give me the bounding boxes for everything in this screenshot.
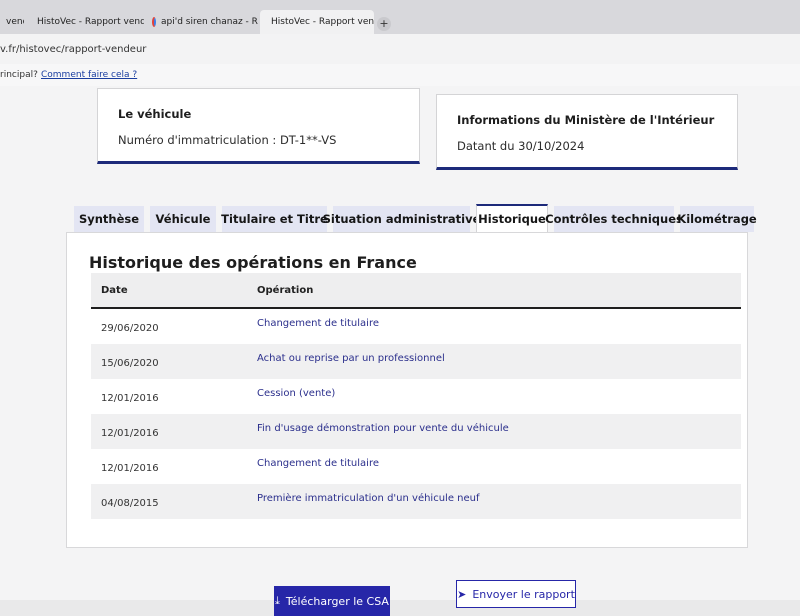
browser-tab[interactable]: vende xyxy=(0,10,24,34)
browser-tab-label: HistoVec - Rapport vende xyxy=(271,17,374,27)
history-panel: Historique des opérations en France Date… xyxy=(66,232,748,548)
tab-situation-administrative[interactable]: Situation administrative xyxy=(323,206,480,232)
history-table: Date Opération 29/06/2020 Changement de … xyxy=(91,273,741,519)
row-operation: Achat ou reprise par un professionnel xyxy=(257,353,445,364)
row-date: 12/01/2016 xyxy=(101,393,159,404)
send-report-button[interactable]: ➤ Envoyer le rapport xyxy=(456,580,576,608)
vehicle-card: Le véhicule Numéro d'immatriculation : D… xyxy=(97,88,420,164)
tab-historique[interactable]: Historique xyxy=(476,204,548,232)
tab-titulaire-titre[interactable]: Titulaire et Titre xyxy=(221,206,328,232)
address-bar[interactable]: v.fr/histovec/rapport-vendeur xyxy=(0,34,800,65)
table-row: 04/08/2015 Première immatriculation d'un… xyxy=(91,484,741,519)
download-csa-button[interactable]: ⤓ Télécharger le CSA xyxy=(274,586,390,616)
ministry-card-heading: Informations du Ministère de l'Intérieur xyxy=(457,113,715,127)
table-row: 29/06/2020 Changement de titulaire xyxy=(91,309,741,344)
send-icon: ➤ xyxy=(457,587,467,601)
table-row: 12/01/2016 Cession (vente) xyxy=(91,379,741,414)
row-date: 12/01/2016 xyxy=(101,428,159,439)
download-csa-label: Télécharger le CSA xyxy=(285,594,389,608)
row-operation: Première immatriculation d'un véhicule n… xyxy=(257,493,480,504)
row-date: 12/01/2016 xyxy=(101,463,159,474)
row-date: 04/08/2015 xyxy=(101,498,159,509)
browser-tab-bar: vende HistoVec - Rapport vende api'd sir… xyxy=(0,0,800,34)
notification-question: rincipal? xyxy=(0,70,38,80)
send-report-label: Envoyer le rapport xyxy=(472,587,575,601)
download-icon: ⤓ xyxy=(275,594,280,607)
vehicle-plate: Numéro d'immatriculation : DT-1**-VS xyxy=(118,133,337,147)
row-operation: Changement de titulaire xyxy=(257,318,379,329)
row-operation: Fin d'usage démonstration pour vente du … xyxy=(257,423,509,434)
row-operation: Cession (vente) xyxy=(257,388,336,399)
notification-bar: rincipal? Comment faire cela ? xyxy=(0,64,800,87)
tab-synthese[interactable]: Synthèse xyxy=(74,206,144,232)
vehicle-card-heading: Le véhicule xyxy=(118,107,192,121)
history-title: Historique des opérations en France xyxy=(89,253,417,272)
ministry-card: Informations du Ministère de l'Intérieur… xyxy=(436,94,738,170)
browser-tab-label: vende xyxy=(6,17,24,27)
google-icon xyxy=(152,17,156,27)
browser-tab[interactable]: HistoVec - Rapport vende xyxy=(26,10,144,34)
table-row: 15/06/2020 Achat ou reprise par un profe… xyxy=(91,344,741,379)
browser-tab-label: api'd siren chanaz - Reche xyxy=(161,17,258,27)
ministry-date: Datant du 30/10/2024 xyxy=(457,139,585,153)
table-header: Date Opération xyxy=(91,273,741,309)
url-text[interactable]: v.fr/histovec/rapport-vendeur xyxy=(0,44,146,55)
table-row: 12/01/2016 Changement de titulaire xyxy=(91,449,741,484)
row-date: 15/06/2020 xyxy=(101,358,159,369)
how-to-link[interactable]: Comment faire cela ? xyxy=(41,70,137,80)
new-tab-button[interactable]: + xyxy=(377,17,391,31)
tab-controles-techniques[interactable]: Contrôles techniques xyxy=(545,206,683,232)
row-date: 29/06/2020 xyxy=(101,323,159,334)
browser-tab[interactable]: api'd siren chanaz - Reche xyxy=(146,10,258,34)
column-header-date: Date xyxy=(101,285,128,296)
row-operation: Changement de titulaire xyxy=(257,458,379,469)
browser-tab-active[interactable]: HistoVec - Rapport vende × xyxy=(260,10,374,34)
tab-vehicule[interactable]: Véhicule xyxy=(150,206,216,232)
table-row: 12/01/2016 Fin d'usage démonstration pou… xyxy=(91,414,741,449)
column-header-operation: Opération xyxy=(257,285,314,296)
tab-kilometrage[interactable]: Kilométrage xyxy=(677,206,757,232)
browser-tab-label: HistoVec - Rapport vende xyxy=(37,17,144,27)
